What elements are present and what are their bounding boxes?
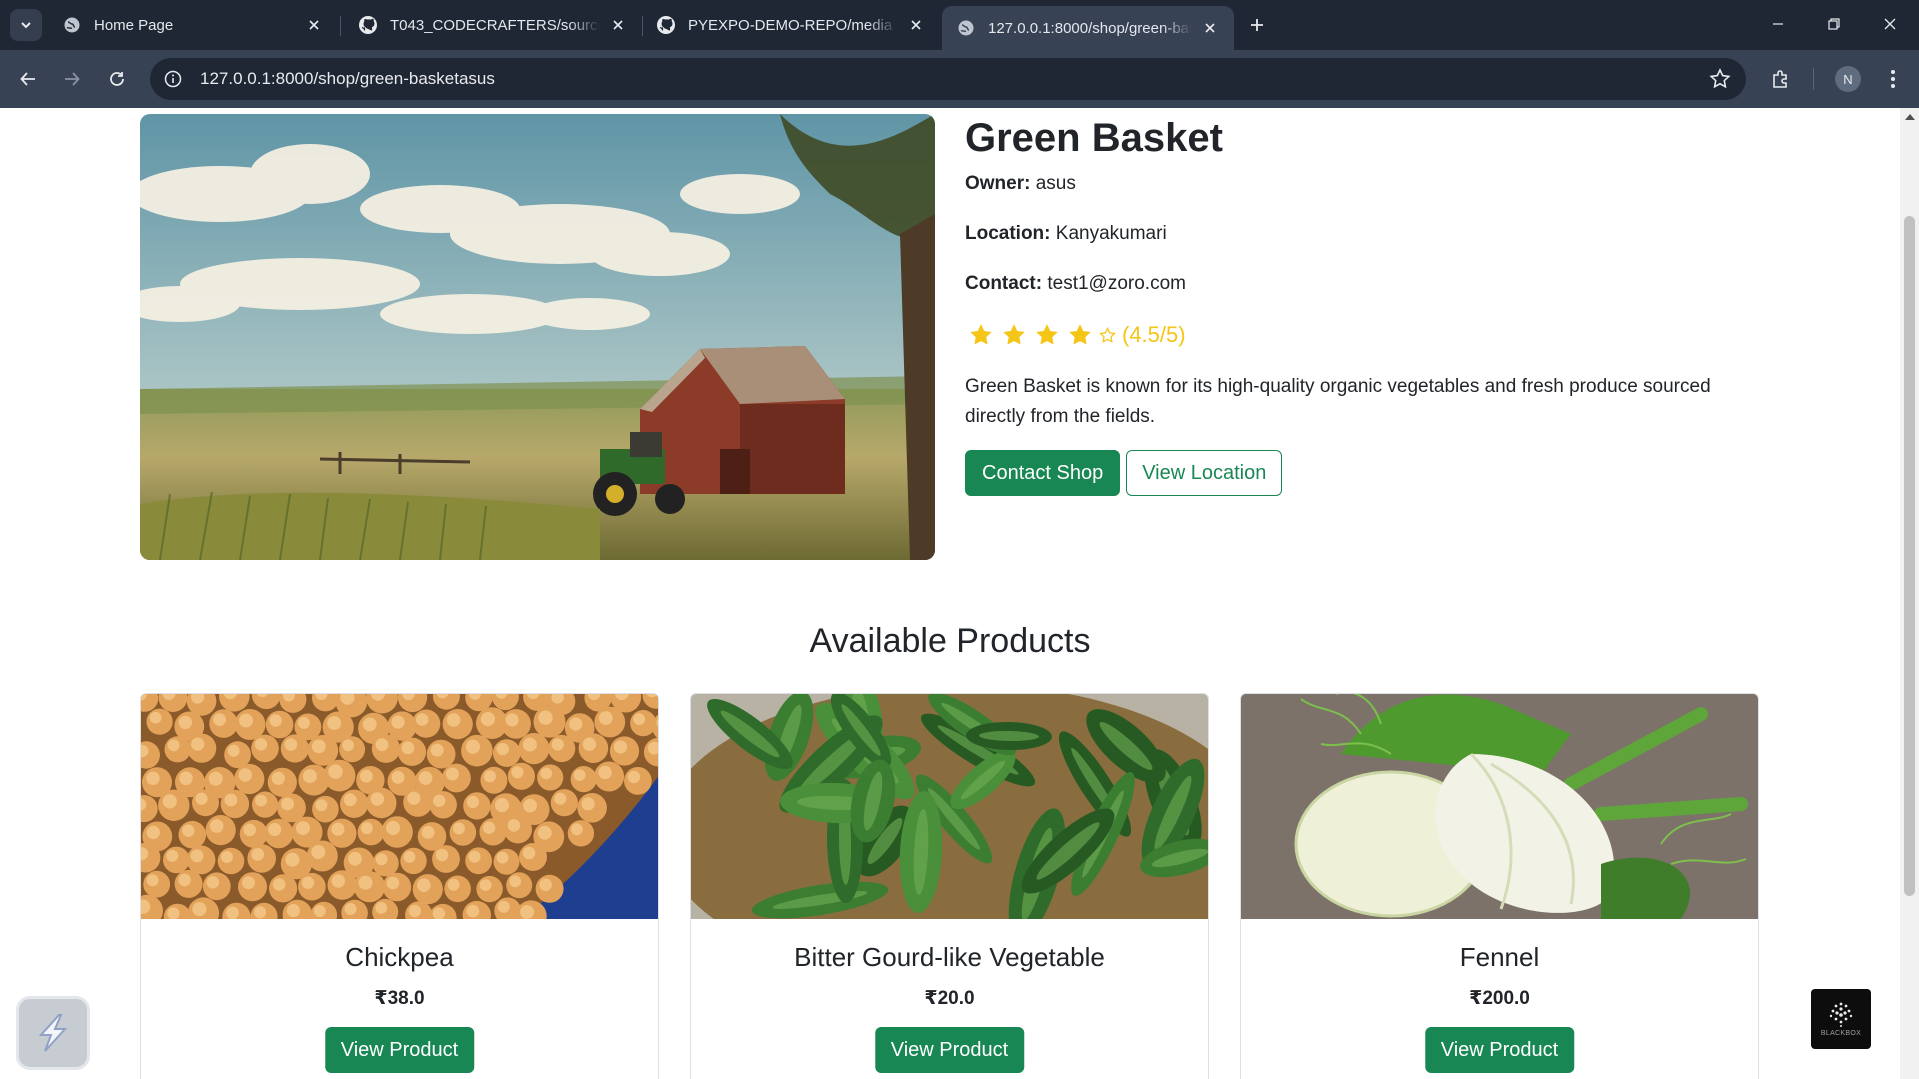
scrollbar-thumb[interactable] [1904,216,1915,896]
product-name: Bitter Gourd-like Vegetable [794,942,1105,972]
view-product-button[interactable]: View Product [874,1027,1025,1073]
plus-icon [1251,19,1263,31]
minimize-icon [1773,23,1783,25]
view-location-button[interactable]: View Location [1126,450,1283,496]
github-icon [358,15,378,35]
product-name: Fennel [1459,942,1540,972]
bookmark-star-icon[interactable] [1708,67,1732,91]
shop-rating: (4.5/5) [965,320,1765,350]
browser-tab-strip: Home Page T043_CODECRAFTERS/source/m PYE… [0,0,1919,50]
browser-menu-button[interactable] [1877,63,1909,95]
blackbox-label: BLACKBOX [1820,1030,1862,1037]
site-info-icon[interactable] [160,66,186,92]
product-image [141,694,658,919]
location-row: Location: Kanyakumari [965,222,1765,246]
reload-button[interactable] [101,63,133,95]
location-value: Kanyakumari [1055,223,1167,244]
globe-icon [956,18,976,38]
toolbar-divider [1813,68,1814,90]
product-image [691,694,1208,919]
tab-separator [340,16,341,36]
contact-row: Contact: test1@zoro.com [965,272,1765,296]
kebab-menu-icon [1891,70,1895,88]
github-icon [656,15,676,35]
minimize-button[interactable] [1750,0,1806,48]
tab-github-source[interactable]: T043_CODECRAFTERS/source/m [344,6,642,44]
tab-title: PYEXPO-DEMO-REPO/media at [688,16,898,34]
star-outline-icon [1097,321,1117,349]
shop-title: Green Basket [965,116,1223,160]
star-filled-icon [965,321,997,349]
view-product-button[interactable]: View Product [324,1027,475,1073]
scroll-up-icon[interactable] [1905,114,1915,120]
blackbox-widget[interactable]: BLACKBOX [1811,989,1871,1049]
product-card: Bitter Gourd-like Vegetable ₹20.0 View P… [690,693,1209,1079]
reload-icon [110,72,124,86]
page-viewport: Green Basket Owner: asus Location: Kanya… [0,108,1900,1079]
product-card: Fennel ₹200.0 View Product [1240,693,1759,1079]
contact-shop-button[interactable]: Contact Shop [965,450,1121,496]
globe-icon [62,15,82,35]
owner-row: Owner: asus [965,172,1765,196]
close-window-button[interactable] [1862,0,1918,48]
contact-value: test1@zoro.com [1047,273,1186,294]
arrow-right-icon [65,72,80,86]
chevron-down-icon [21,22,31,29]
close-icon[interactable] [608,15,628,35]
floating-assistant-button[interactable] [16,996,90,1070]
owner-value: asus [1035,173,1076,194]
lightning-icon [38,1014,68,1052]
tab-shop-page[interactable]: 127.0.0.1:8000/shop/green-bask [942,6,1234,50]
close-icon[interactable] [1200,18,1220,38]
restore-icon [1828,18,1840,30]
tab-title: 127.0.0.1:8000/shop/green-bask [988,19,1192,37]
location-label: Location: [965,223,1051,244]
blackbox-logo-icon [1829,1002,1853,1027]
product-price: ₹38.0 [374,988,425,1009]
tab-github-media[interactable]: PYEXPO-DEMO-REPO/media at [642,6,940,44]
address-bar[interactable]: 127.0.0.1:8000/shop/green-basketasus [150,58,1746,100]
close-icon[interactable] [304,15,324,35]
product-name: Chickpea [345,942,454,972]
arrow-left-icon [20,72,35,86]
puzzle-icon [1773,70,1787,88]
restore-button[interactable] [1806,0,1862,48]
new-tab-button[interactable] [1243,11,1271,39]
contact-label: Contact: [965,273,1043,294]
star-filled-icon [1031,321,1063,349]
tab-title: T043_CODECRAFTERS/source/m [390,16,600,34]
browser-toolbar: 127.0.0.1:8000/shop/green-basketasus [0,50,1919,108]
extensions-button[interactable] [1765,63,1797,95]
forward-button[interactable] [56,63,88,95]
product-image [1241,694,1758,919]
rating-score: (4.5/5) [1122,322,1186,347]
owner-label: Owner: [965,173,1031,194]
page-scrollbar[interactable] [1900,108,1919,1079]
shop-image [140,114,935,560]
close-icon [1884,18,1896,30]
star-filled-icon [1064,321,1096,349]
shop-details: Green Basket Owner: asus Location: Kanya… [965,114,1765,496]
product-price: ₹200.0 [1469,988,1530,1009]
back-button[interactable] [12,63,44,95]
products-heading: Available Products [809,622,1091,660]
shop-description: Green Basket is known for its high-quali… [965,376,1711,427]
close-icon[interactable] [906,15,926,35]
tab-home-page[interactable]: Home Page [48,6,338,44]
tab-search-button[interactable] [10,9,42,41]
url-text: 127.0.0.1:8000/shop/green-basketasus [200,69,495,88]
product-card: Chickpea ₹38.0 View Product [140,693,659,1079]
tab-title: Home Page [94,16,174,34]
star-filled-icon [998,321,1030,349]
profile-avatar[interactable]: N [1835,66,1861,92]
view-product-button[interactable]: View Product [1424,1027,1575,1073]
product-price: ₹20.0 [924,988,975,1009]
